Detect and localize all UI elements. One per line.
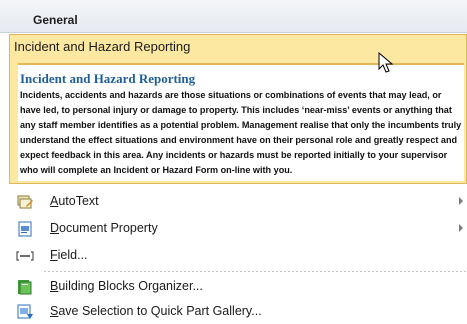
menu-item-label: Save Selection to Quick Part Gallery...	[50, 304, 262, 318]
mouse-cursor-icon	[378, 52, 394, 73]
menu-item-building-blocks-organizer[interactable]: Building Blocks Organizer...	[0, 274, 467, 299]
preview-body: Incidents, accidents and hazards are tho…	[20, 90, 462, 175]
quick-parts-menu: General Incident and Hazard Reporting In…	[0, 0, 467, 323]
section-header: General	[0, 0, 467, 33]
gallery-item-preview: Incident and Hazard Reporting Incidents,…	[18, 63, 464, 181]
menu-item-autotext[interactable]: AutoText	[0, 189, 467, 214]
menu-separator	[44, 271, 467, 272]
menu-item-save-selection[interactable]: Save Selection to Quick Part Gallery...	[0, 299, 467, 324]
building-blocks-icon	[18, 280, 32, 295]
submenu-arrow-icon	[459, 224, 463, 232]
submenu-arrow-icon	[459, 197, 463, 205]
menu-item-label: Field...	[50, 248, 88, 262]
field-icon	[16, 251, 34, 261]
autotext-icon	[17, 195, 33, 209]
menu-item-label: AutoText	[50, 194, 99, 208]
menu-item-label: Document Property	[50, 221, 158, 235]
menu-item-document-property[interactable]: Document Property	[0, 216, 467, 241]
gallery-item-title: Incident and Hazard Reporting	[14, 39, 191, 54]
menu-item-label: Building Blocks Organizer...	[50, 279, 203, 293]
gallery-item-incident-hazard[interactable]: Incident and Hazard Reporting Incident a…	[9, 34, 467, 184]
menu-item-field[interactable]: Field...	[0, 243, 467, 268]
preview-title: Incident and Hazard Reporting	[20, 71, 196, 86]
save-selection-icon	[17, 304, 33, 319]
document-property-icon	[18, 221, 32, 237]
section-title: General	[33, 13, 78, 27]
